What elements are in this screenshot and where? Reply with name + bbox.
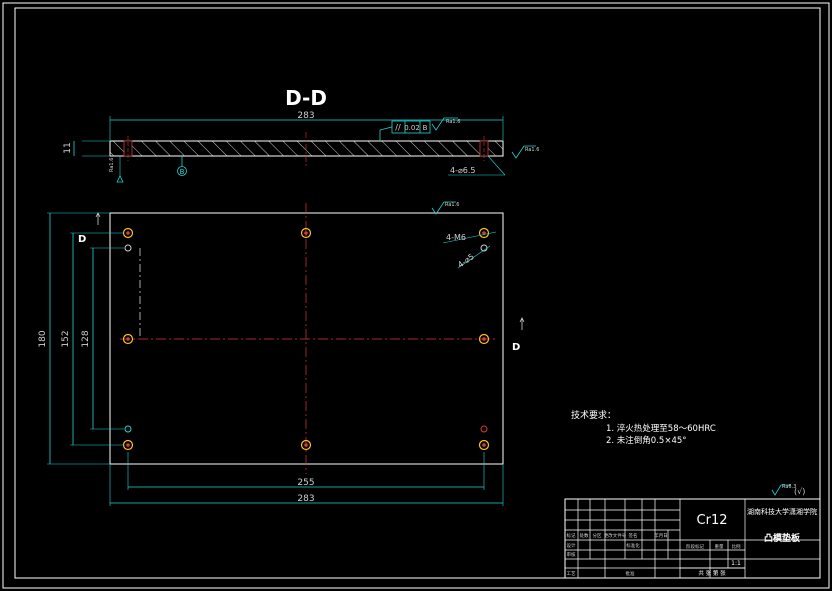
tb-label-mark: 标记 bbox=[567, 532, 576, 539]
svg-text:(√): (√) bbox=[794, 487, 805, 496]
section-marker-left: D bbox=[78, 234, 86, 245]
plan-view: D D 4-M6 4-⌀5 Ra1.6 180 152 128 255 283 bbox=[38, 201, 525, 506]
general-roughness: Ra6.3 (√) bbox=[771, 484, 805, 496]
roughness-plan: Ra1.6 bbox=[445, 202, 459, 208]
tolerance-datum: B bbox=[423, 124, 428, 132]
dim-holes-m6: 4-M6 bbox=[446, 233, 466, 242]
dim-left-outer: 180 bbox=[38, 330, 48, 347]
roughness-left: Ra1.6 bbox=[109, 158, 115, 172]
title-material: Cr12 bbox=[697, 513, 728, 528]
tb-label-review: 审核 bbox=[567, 551, 576, 558]
plate-outline bbox=[109, 212, 504, 465]
notes-heading: 技术要求： bbox=[571, 409, 616, 421]
tolerance-symbol: // bbox=[395, 123, 401, 132]
dim-bottom-outer: 283 bbox=[297, 494, 314, 504]
section-title: D-D bbox=[285, 86, 327, 110]
technical-notes: 技术要求： 1. 淬火热处理至58～60HRC 2. 未注倒角0.5×45° bbox=[571, 409, 716, 446]
dim-left-inner: 128 bbox=[81, 330, 91, 347]
tolerance-value: 0.02 bbox=[404, 124, 420, 132]
title-part-name: 凸模垫板 bbox=[764, 532, 801, 544]
roughness-top: Ra1.6 bbox=[446, 119, 460, 125]
datum-marker: B bbox=[180, 168, 185, 176]
dim-left-mid: 152 bbox=[61, 330, 71, 347]
tb-label-design: 设计 bbox=[567, 542, 576, 549]
tb-label-zone: 分区 bbox=[593, 532, 602, 539]
tb-label-stage: 阶段标记 bbox=[686, 543, 704, 550]
tb-label-docno: 更改文件号 bbox=[604, 532, 627, 539]
tb-label-scale: 比例 bbox=[732, 543, 741, 550]
outer-frame bbox=[2, 2, 830, 589]
notes-item-2: 2. 未注倒角0.5×45° bbox=[606, 435, 687, 446]
dim-holes-5: 4-⌀5 bbox=[456, 252, 476, 270]
dim-bottom-inner: 255 bbox=[297, 478, 314, 488]
tb-label-count: 处数 bbox=[580, 532, 589, 539]
section-view: D-D 283 11 B // 0.02 B Ra1.6 Ra1.6 Ra1.6… bbox=[63, 86, 539, 183]
tb-label-date: 年月日 bbox=[654, 532, 668, 539]
roughness-right: Ra1.6 bbox=[525, 147, 539, 153]
title-block-text: Cr12 湖南科技大学潇湘学院 凸模垫板 1:1 共 张 第 张 标记 处数 分… bbox=[567, 507, 818, 577]
section-marker-right: D bbox=[512, 342, 520, 353]
title-scale: 1:1 bbox=[731, 560, 741, 567]
tb-label-approve: 批准 bbox=[626, 570, 635, 577]
inner-frame bbox=[14, 7, 821, 579]
tb-label-sign: 签名 bbox=[629, 532, 638, 539]
dim-thickness: 11 bbox=[63, 142, 73, 153]
dim-holes-top: 4-⌀6.5 bbox=[450, 166, 476, 175]
section-plate bbox=[109, 140, 504, 157]
tb-label-process: 工艺 bbox=[567, 571, 576, 577]
tb-label-weight: 重量 bbox=[715, 543, 724, 550]
tb-label-standard: 标准化 bbox=[626, 542, 640, 549]
cad-drawing-canvas: D-D 283 11 B // 0.02 B Ra1.6 Ra1.6 Ra1.6… bbox=[2, 2, 830, 589]
title-sheet: 共 张 第 张 bbox=[698, 569, 726, 577]
notes-item-1: 1. 淬火热处理至58～60HRC bbox=[606, 423, 716, 434]
dim-top-width: 283 bbox=[297, 111, 314, 121]
title-school: 湖南科技大学潇湘学院 bbox=[747, 507, 817, 516]
